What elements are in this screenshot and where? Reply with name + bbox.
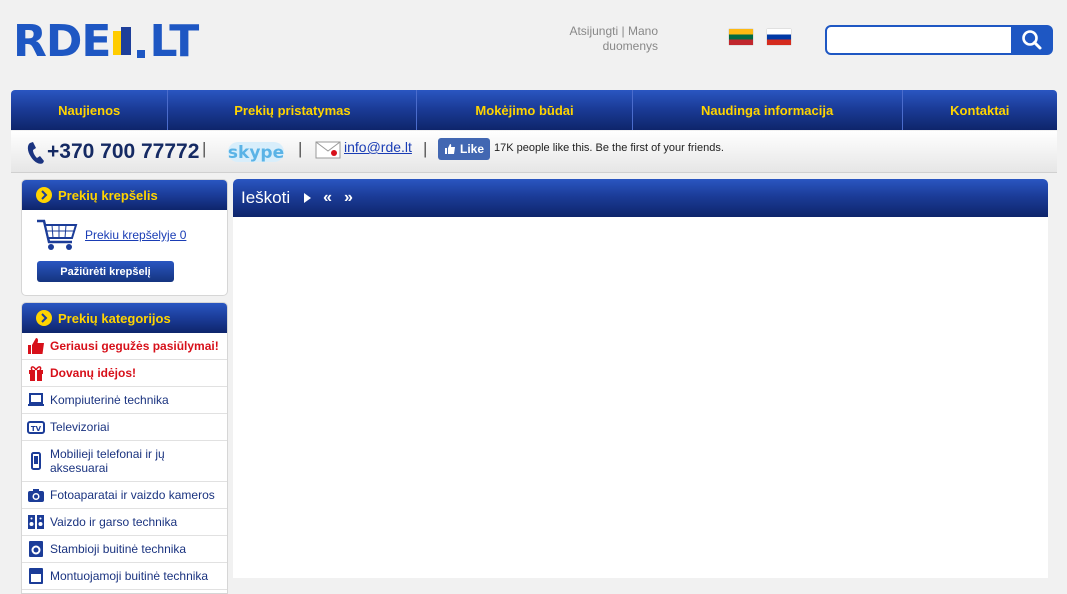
- mobile-phone-icon: [27, 452, 45, 470]
- nav-item-naujienos[interactable]: Naujienos: [11, 90, 169, 130]
- contact-separator: |: [202, 139, 207, 158]
- cart-panel-title: Prekių krepšelis: [58, 187, 158, 203]
- tv-icon: TV: [27, 418, 45, 436]
- site-logo[interactable]: RDE LT: [13, 16, 253, 67]
- envelope-icon: [315, 141, 341, 159]
- category-label: Dovanų idėjos!: [50, 366, 137, 380]
- category-item-cameras[interactable]: Fotoaparatai ir vaizdo kameros: [22, 482, 227, 509]
- contact-separator: |: [423, 139, 428, 158]
- category-label: Stambioji buitinė technika: [50, 542, 187, 556]
- phone-number: +370 700 77772: [47, 140, 200, 163]
- search-results-header: Ieškoti « »: [233, 179, 1048, 217]
- search-form: [825, 25, 1053, 55]
- search-results-content: [233, 217, 1048, 578]
- nav-item-delivery[interactable]: Prekių pristatymas: [168, 90, 418, 130]
- category-list: Geriausi gegužės pasiūlymai! Dovanų idėj…: [22, 333, 227, 590]
- category-item-audio-video[interactable]: Vaizdo ir garso technika: [22, 509, 227, 536]
- thumbs-up-icon: [27, 337, 45, 355]
- chevron-right-icon: [36, 310, 52, 326]
- speaker-icon: [27, 513, 45, 531]
- skype-icon[interactable]: skype: [227, 139, 285, 165]
- category-label: Fotoaparatai ir vaizdo kameros: [50, 488, 215, 502]
- laptop-icon: [27, 391, 45, 409]
- breadcrumb-arrow-icon: [304, 193, 312, 203]
- category-item-mobile-phones[interactable]: Mobilieji telefonai ir jų aksesuarai: [22, 441, 227, 482]
- view-cart-button[interactable]: Pažiūrėti krepšelį: [37, 261, 174, 282]
- category-label: Montuojamoji buitinė technika: [50, 569, 209, 583]
- contact-separator: |: [298, 139, 303, 158]
- category-item-built-in-appliances[interactable]: Montuojamoji buitinė technika: [22, 563, 227, 590]
- svg-text:TV: TV: [31, 425, 42, 433]
- category-label: Mobilieji telefonai ir jų aksesuarai: [50, 447, 165, 475]
- logo-text-left: RDE: [13, 16, 111, 67]
- lithuanian-flag-icon[interactable]: [729, 29, 753, 45]
- category-item-may-offers[interactable]: Geriausi gegužės pasiūlymai!: [22, 333, 227, 360]
- category-item-computers[interactable]: Kompiuterinė technika: [22, 387, 227, 414]
- account-separator: |: [621, 24, 625, 38]
- category-label: Kompiuterinė technika: [50, 393, 169, 407]
- nav-item-payment[interactable]: Mokėjimo būdai: [417, 90, 633, 130]
- gift-icon: [27, 364, 45, 382]
- categories-panel: Prekių kategorijos Geriausi gegužės pasi…: [21, 302, 228, 594]
- logo-text-right: LT: [149, 16, 199, 67]
- categories-panel-header: Prekių kategorijos: [22, 303, 227, 333]
- nav-item-info[interactable]: Naudinga informacija: [633, 90, 903, 130]
- category-item-large-appliances[interactable]: Stambioji buitinė technika: [22, 536, 227, 563]
- skype-label: skype: [228, 143, 284, 163]
- facebook-like-count: 17K people like this. Be the first of yo…: [494, 142, 724, 154]
- contact-bar: +370 700 77772 | skype | info@rde.lt | L…: [11, 131, 1057, 173]
- search-icon: [1022, 30, 1042, 50]
- category-item-gift-ideas[interactable]: Dovanų idėjos!: [22, 360, 227, 387]
- next-page-button[interactable]: »: [344, 189, 353, 207]
- category-label: Televizoriai: [50, 420, 110, 434]
- phone-handset-icon: [27, 142, 44, 164]
- search-input[interactable]: [825, 25, 1013, 55]
- category-label: Vaizdo ir garso technika: [50, 515, 178, 529]
- cart-panel-header: Prekių krepšelis: [22, 180, 227, 210]
- category-item-tv[interactable]: TV Televizoriai: [22, 414, 227, 441]
- facebook-like-button[interactable]: Like: [438, 138, 490, 160]
- account-links: Atsijungti | Mano duomenys: [548, 24, 658, 54]
- shopping-cart-icon: [37, 219, 78, 250]
- cart-panel: Prekių krepšelis Prekiu krepšelyje 0 Paž…: [21, 179, 228, 296]
- logo-dot: [137, 50, 146, 58]
- category-label: Geriausi gegužės pasiūlymai!: [50, 339, 219, 353]
- logout-link[interactable]: Atsijungti: [569, 24, 618, 38]
- email-link[interactable]: info@rde.lt: [344, 139, 412, 155]
- logo-box-icon: [113, 27, 133, 61]
- page-title: Ieškoti: [241, 188, 291, 207]
- categories-panel-title: Prekių kategorijos: [58, 310, 171, 326]
- facebook-like-label: Like: [459, 142, 484, 156]
- washing-machine-icon: [27, 540, 45, 558]
- oven-icon: [27, 567, 45, 585]
- chevron-right-icon: [36, 187, 52, 203]
- search-button[interactable]: [1011, 25, 1053, 55]
- nav-item-contacts[interactable]: Kontaktai: [903, 90, 1057, 130]
- main-nav: Naujienos Prekių pristatymas Mokėjimo bū…: [11, 90, 1057, 130]
- previous-page-button[interactable]: «: [323, 189, 332, 207]
- russian-flag-icon[interactable]: [767, 29, 791, 45]
- thumbs-up-icon: [444, 144, 455, 154]
- cart-items-link[interactable]: Prekiu krepšelyje 0: [85, 228, 186, 242]
- camera-icon: [27, 486, 45, 504]
